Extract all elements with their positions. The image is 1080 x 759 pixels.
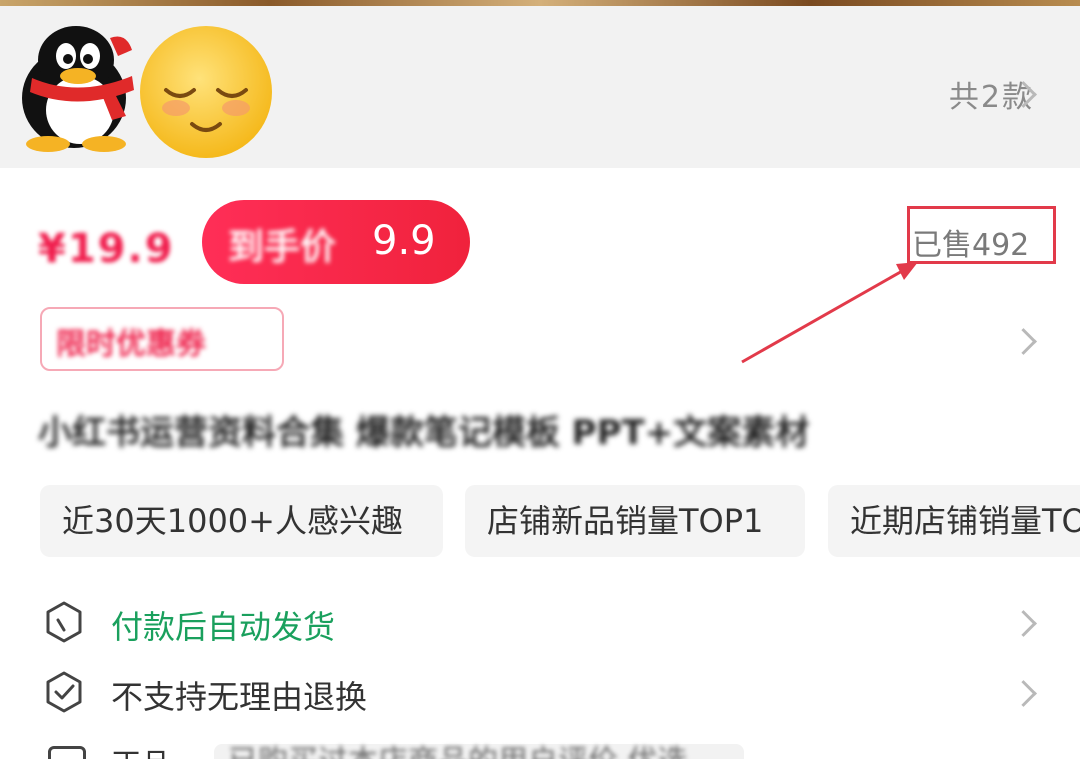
tag-store-top: 近期店铺销量TOP [828,485,1080,557]
tag-interest: 近30天1000+人感兴趣 [40,485,443,557]
service-label: 付款后自动发货 [111,608,336,646]
service-no-return[interactable]: 不支持无理由退换 [0,662,1080,722]
chevron-right-icon[interactable] [1010,680,1037,707]
coupon-text: 限时优惠券 [56,327,206,362]
chevron-right-icon[interactable] [1010,610,1037,637]
product-title: 小红书运营资料合集 爆款笔记模板 PPT+文案素材 [38,413,810,453]
box-icon [44,600,84,648]
service-label: 正品 [111,740,171,759]
service-auto-delivery[interactable]: 付款后自动发货 [0,592,1080,652]
tag-new-top: 店铺新品销量TOP1 [465,485,805,557]
coupon-badge[interactable]: 限时优惠券 [40,307,284,371]
shield-check-icon [44,670,84,718]
badge-icon [48,746,86,759]
service-label: 不支持无理由退换 [111,678,368,716]
review-chip-text: 已购买过本店商品的用户评价 优选 [228,736,688,759]
service-row-partial[interactable]: 正品 已购买过本店商品的用户评价 优选 [0,736,1080,759]
